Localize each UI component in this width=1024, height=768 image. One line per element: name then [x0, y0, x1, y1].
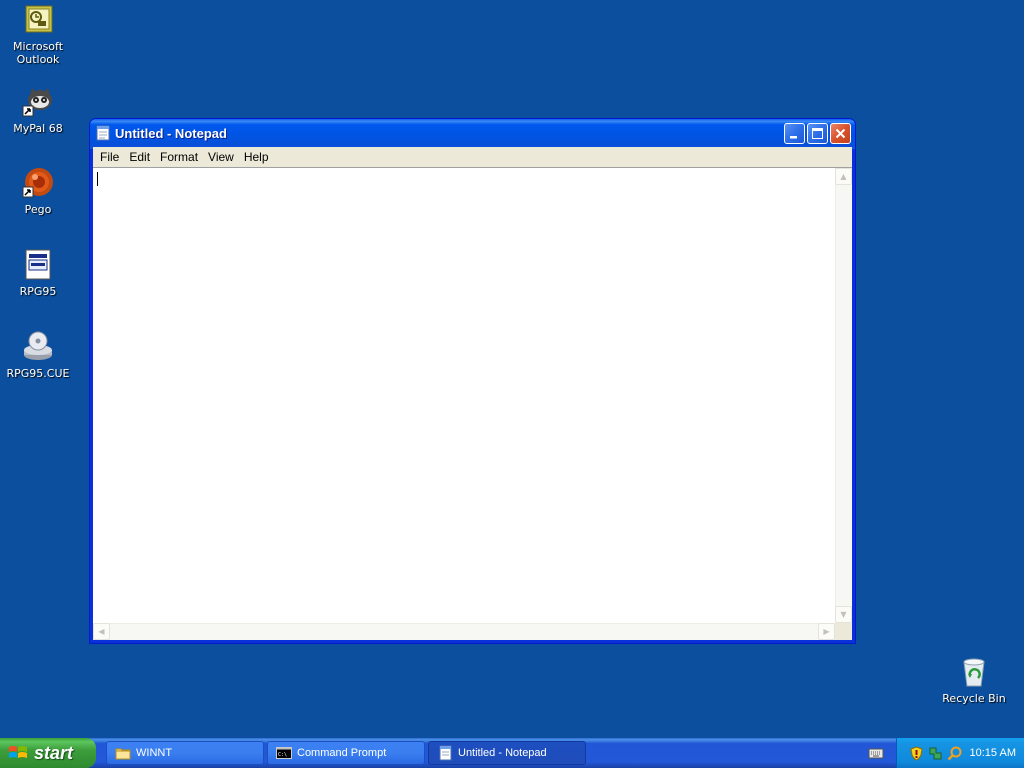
desktop-icon-label: Recycle Bin — [942, 692, 1006, 705]
desktop-icon-pego[interactable]: Pego — [0, 167, 76, 216]
desktop-icon-label: RPG95 — [19, 285, 57, 298]
horizontal-scrollbar[interactable]: ◀ ▶ — [93, 623, 835, 640]
desktop-icon-rpg95-cue[interactable]: RPG95.CUE — [0, 331, 76, 380]
desktop-icon-rpg95[interactable]: RPG95 — [0, 249, 76, 298]
desktop-icon-label: Microsoft Outlook — [12, 40, 64, 66]
keyboard-icon[interactable] — [868, 746, 884, 760]
desktop-icon-outlook[interactable]: Microsoft Outlook — [0, 4, 76, 66]
scroll-down-icon[interactable]: ▼ — [835, 606, 852, 623]
taskbar-item-command-prompt[interactable]: C:\ Command Prompt — [267, 741, 425, 765]
search-icon[interactable] — [947, 746, 962, 761]
mypal-raccoon-icon — [22, 86, 54, 118]
menu-edit[interactable]: Edit — [124, 150, 155, 164]
resize-grip-icon[interactable] — [835, 623, 852, 640]
menu-bar: File Edit Format View Help — [93, 147, 852, 167]
menu-view[interactable]: View — [203, 150, 239, 164]
desktop-icon-label: MyPal 68 — [13, 122, 63, 135]
menu-file[interactable]: File — [95, 150, 124, 164]
start-label: start — [34, 742, 74, 763]
outlook-icon — [22, 4, 54, 36]
security-shield-icon[interactable] — [909, 745, 924, 761]
vertical-scrollbar[interactable]: ▲ ▼ — [835, 168, 852, 623]
pego-icon — [22, 167, 54, 199]
notepad-window[interactable]: Untitled - Notepad File Edit Format View… — [89, 118, 856, 644]
window-title: Untitled - Notepad — [115, 125, 227, 141]
start-button[interactable]: start — [0, 738, 96, 768]
desktop-icon-mypal[interactable]: MyPal 68 — [0, 86, 76, 135]
cd-drive-icon — [22, 331, 54, 363]
windows-logo-icon — [8, 744, 28, 762]
scroll-up-icon[interactable]: ▲ — [835, 168, 852, 185]
minimize-button[interactable] — [784, 122, 805, 144]
cmd-icon: C:\ — [276, 745, 292, 761]
folder-icon — [115, 745, 131, 761]
menu-format[interactable]: Format — [155, 150, 203, 164]
scroll-right-icon[interactable]: ▶ — [818, 623, 835, 640]
taskbar-item-label: Command Prompt — [297, 747, 387, 759]
desktop-icon-label: RPG95.CUE — [6, 367, 70, 380]
text-caret — [97, 172, 98, 186]
taskbar-item-winnt[interactable]: WINNT — [106, 741, 264, 765]
network-icon[interactable] — [928, 746, 943, 761]
title-bar[interactable]: Untitled - Notepad — [90, 119, 855, 147]
rpg95-exe-icon — [22, 249, 54, 281]
maximize-button[interactable] — [807, 122, 828, 144]
notepad-icon — [437, 745, 453, 761]
scroll-left-icon[interactable]: ◀ — [93, 623, 110, 640]
desktop-icon-recycle-bin[interactable]: Recycle Bin — [936, 656, 1012, 705]
taskbar-item-label: WINNT — [136, 747, 173, 759]
menu-help[interactable]: Help — [239, 150, 274, 164]
taskbar-item-notepad[interactable]: Untitled - Notepad — [428, 741, 586, 765]
text-area[interactable]: ▲ ▼ ◀ ▶ — [93, 167, 852, 640]
clock[interactable]: 10:15 AM — [970, 747, 1016, 759]
system-tray: 10:15 AM — [896, 738, 1024, 768]
close-button[interactable] — [830, 122, 851, 144]
recycle-bin-icon — [958, 656, 990, 688]
svg-text:C:\: C:\ — [278, 752, 287, 758]
desktop-icon-label: Pego — [24, 203, 52, 216]
taskbar-item-label: Untitled - Notepad — [458, 747, 547, 759]
notepad-icon — [96, 125, 110, 141]
